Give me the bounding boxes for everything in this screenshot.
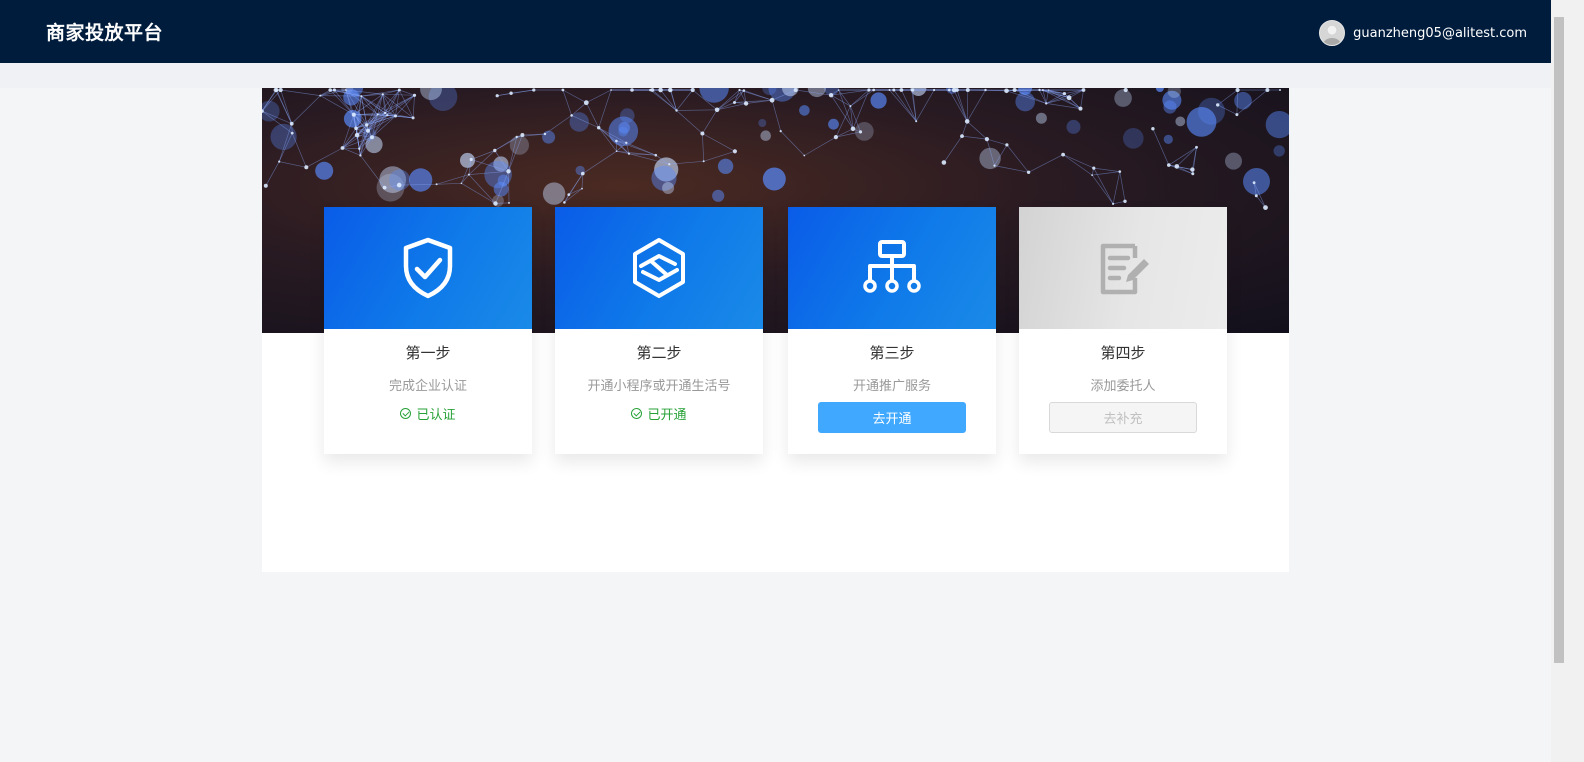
top-navigation-bar: 商家投放平台 guanzheng05@alitest.com [0, 0, 1551, 63]
edit-document-icon [1100, 243, 1149, 295]
check-circle-icon [631, 408, 643, 419]
add-principal-button: 去补充 [1049, 402, 1197, 433]
window-edge [1567, 0, 1584, 762]
step-description: 添加委托人 [1090, 379, 1156, 394]
step-card-3-header [788, 207, 996, 329]
step-title: 第一步 [405, 344, 451, 362]
step-card-2: 第二步 开通小程序或开通生活号 已开通 [555, 207, 763, 454]
step-card-4-header [1019, 207, 1227, 329]
step-title: 第四步 [1100, 344, 1146, 362]
steps-cards: 第一步 完成企业认证 已认证 第二步 开通小程序或开通生活号 已开通 第三步 开… [324, 207, 1229, 454]
status-text: 已认证 [416, 408, 456, 423]
step-card-1: 第一步 完成企业认证 已认证 [324, 207, 532, 454]
onboarding-panel: 第一步 完成企业认证 已认证 第二步 开通小程序或开通生活号 已开通 第三步 开… [262, 88, 1289, 572]
step-status: 已认证 [324, 404, 532, 423]
avatar[interactable] [1319, 20, 1346, 46]
status-text: 已开通 [647, 408, 687, 423]
step-description: 开通推广服务 [852, 379, 931, 394]
page: 商家投放平台 guanzheng05@alitest.com 第一步 完成企业认… [0, 0, 1551, 762]
step-title: 第三步 [869, 344, 915, 362]
step-title: 第二步 [636, 344, 682, 362]
step-card-1-header [324, 207, 532, 329]
step-description: 开通小程序或开通生活号 [587, 379, 731, 394]
vertical-scrollbar[interactable] [1551, 0, 1567, 762]
step-card-3: 第三步 开通推广服务 去开通 [788, 207, 996, 454]
hierarchy-icon [863, 240, 921, 293]
activate-promotion-button[interactable]: 去开通 [818, 402, 966, 433]
step-card-4: 第四步 添加委托人 去补充 [1019, 207, 1227, 454]
brand-title: 商家投放平台 [46, 22, 164, 44]
user-email[interactable]: guanzheng05@alitest.com [1353, 26, 1527, 41]
step-description: 完成企业认证 [388, 379, 467, 394]
sub-header-strip [0, 63, 1551, 88]
step-card-2-header [555, 207, 763, 329]
user-menu[interactable]: guanzheng05@alitest.com [1319, 20, 1527, 46]
hexagon-layers-icon [633, 238, 685, 298]
check-circle-icon [400, 408, 412, 419]
shield-check-icon [403, 237, 453, 299]
step-status: 已开通 [555, 404, 763, 423]
scrollbar-thumb[interactable] [1554, 17, 1564, 663]
